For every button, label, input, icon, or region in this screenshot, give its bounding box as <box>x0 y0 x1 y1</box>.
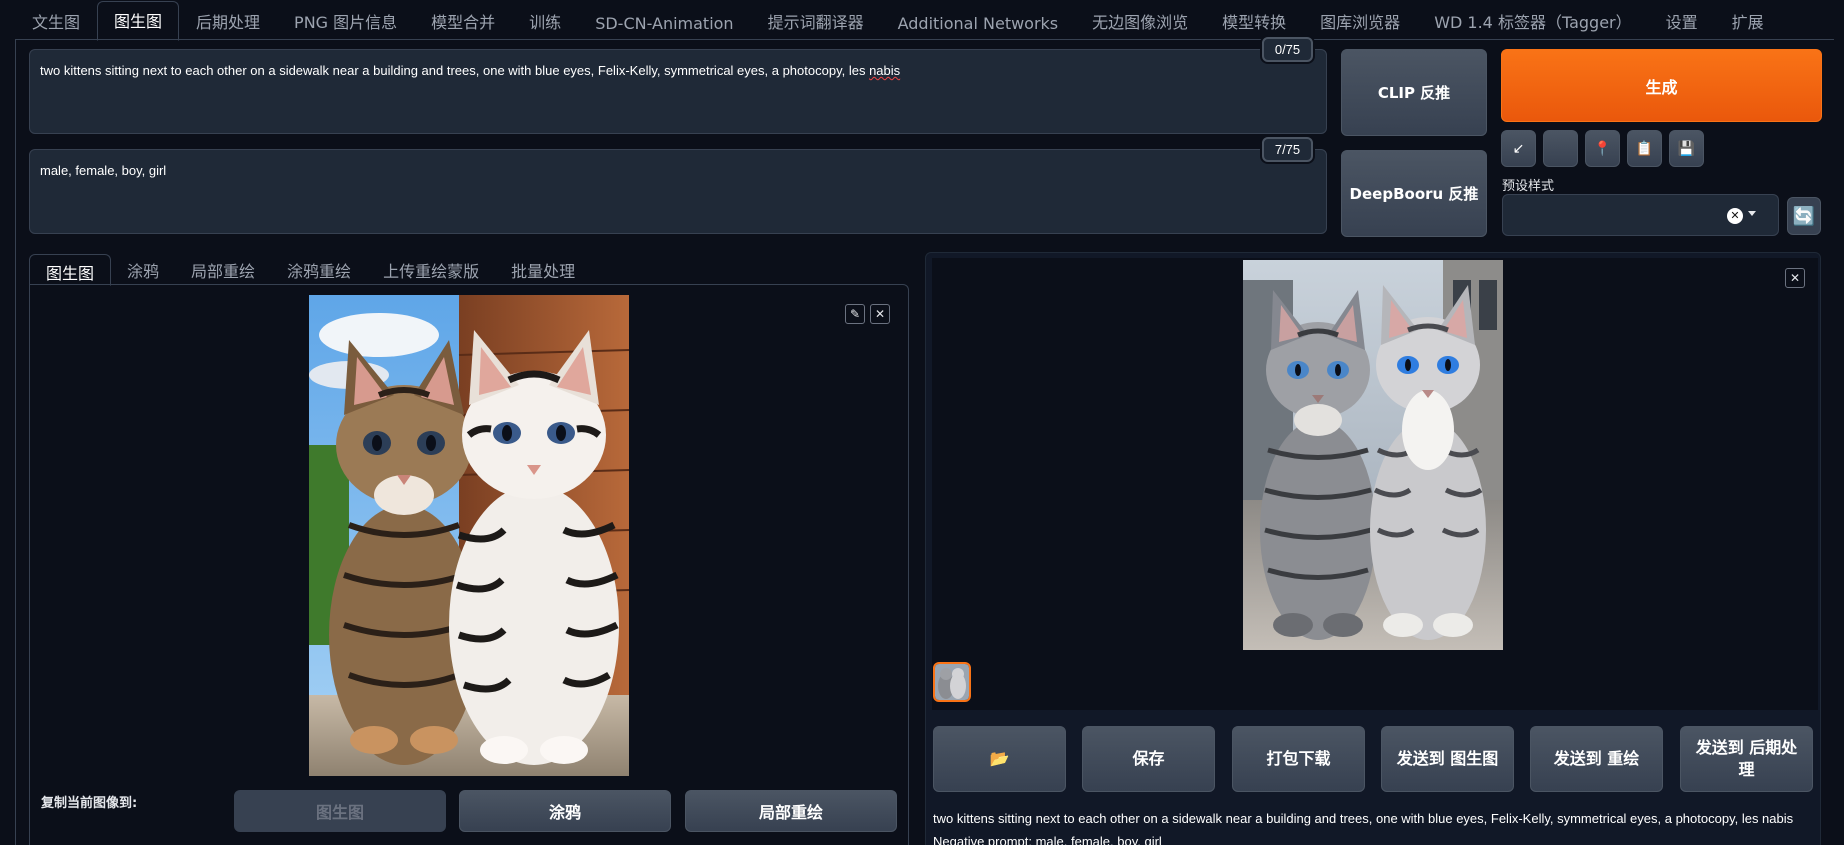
close-icon[interactable]: ✕ <box>870 304 890 324</box>
subtab-sketch[interactable]: 涂鸦 <box>111 253 175 285</box>
negative-prompt-input[interactable]: male, female, boy, girl <box>29 149 1327 234</box>
tab-extensions[interactable]: 扩展 <box>1715 3 1781 40</box>
img2img-mode-tabs: 图生图 涂鸦 局部重绘 涂鸦重绘 上传重绘蒙版 批量处理 <box>29 253 591 286</box>
pin-icon[interactable]: 📍 <box>1585 130 1620 167</box>
copy-image-to-label: 复制当前图像到: <box>41 796 138 811</box>
tab-checkpoint-merger[interactable]: 模型合并 <box>414 3 512 40</box>
copy-to-inpaint-button[interactable]: 局部重绘 <box>685 790 897 832</box>
tab-extras[interactable]: 后期处理 <box>179 3 277 40</box>
positive-prompt-value: two kittens sitting next to each other o… <box>40 63 870 78</box>
send-to-inpaint-button[interactable]: 发送到 重绘 <box>1530 726 1663 792</box>
tab-tagger[interactable]: WD 1.4 标签器（Tagger） <box>1417 3 1648 40</box>
negative-token-counter: 7/75 <box>1262 137 1313 162</box>
gallery-thumbnail[interactable] <box>933 662 971 702</box>
kittens-photo-output <box>1243 260 1503 650</box>
clipboard-icon[interactable]: 📋 <box>1627 130 1662 167</box>
positive-token-counter: 0/75 <box>1262 37 1313 62</box>
send-to-extras-button[interactable]: 发送到 后期处理 <box>1680 726 1813 792</box>
arrow-icon[interactable]: ↙ <box>1501 130 1536 167</box>
copy-to-sketch-button[interactable]: 涂鸦 <box>459 790 671 832</box>
generation-info-prompt: two kittens sitting next to each other o… <box>933 811 1794 826</box>
positive-prompt-input[interactable]: two kittens sitting next to each other o… <box>29 49 1327 134</box>
tab-model-converter[interactable]: 模型转换 <box>1205 3 1303 40</box>
preset-styles-label: 预设样式 <box>1502 179 1555 194</box>
deepbooru-interrogate-button[interactable]: DeepBooru 反推 <box>1341 150 1487 237</box>
tab-train[interactable]: 训练 <box>512 3 578 40</box>
tab-image-browser[interactable]: 图库浏览器 <box>1303 3 1417 40</box>
tab-img2img[interactable]: 图生图 <box>97 1 180 41</box>
generation-info-negative: Negative prompt: male, female, boy, girl <box>933 834 1162 845</box>
misspelled-word: nabis <box>869 63 901 78</box>
preset-styles-dropdown[interactable]: ✕ <box>1502 194 1779 236</box>
refresh-icon[interactable]: 🔄 <box>1787 197 1821 235</box>
top-tab-bar: 文生图 图生图 后期处理 PNG 图片信息 模型合并 训练 SD-CN-Anim… <box>15 1 1781 41</box>
thumbnail-image <box>935 664 969 700</box>
subtab-inpaint-sketch[interactable]: 涂鸦重绘 <box>271 253 367 285</box>
open-folder-button[interactable]: 📂 <box>933 726 1066 792</box>
tab-additional-networks[interactable]: Additional Networks <box>881 8 1076 40</box>
save-button[interactable]: 保存 <box>1082 726 1215 792</box>
negative-prompt-value: male, female, boy, girl <box>40 163 167 178</box>
send-to-img2img-button[interactable]: 发送到 图生图 <box>1381 726 1514 792</box>
generate-button[interactable]: 生成 <box>1501 49 1822 122</box>
close-icon[interactable]: ✕ <box>1785 268 1805 288</box>
chevron-down-icon[interactable] <box>1748 211 1756 216</box>
subtab-img2img[interactable]: 图生图 <box>29 254 112 286</box>
copy-to-img2img-button[interactable]: 图生图 <box>234 790 446 832</box>
tab-infinite-image-browsing[interactable]: 无边图像浏览 <box>1075 3 1205 40</box>
kittens-photo-input <box>309 295 630 776</box>
tab-settings[interactable]: 设置 <box>1649 3 1715 40</box>
input-image-tools: ✎ ✕ <box>845 304 890 324</box>
input-image[interactable] <box>309 295 630 776</box>
tab-prompt-translator[interactable]: 提示词翻译器 <box>751 3 881 40</box>
subtab-inpaint[interactable]: 局部重绘 <box>175 253 271 285</box>
tab-divider <box>15 39 1834 40</box>
blank-icon[interactable] <box>1543 130 1578 167</box>
tab-png-info[interactable]: PNG 图片信息 <box>277 3 414 40</box>
tab-txt2img[interactable]: 文生图 <box>15 3 97 40</box>
zip-download-button[interactable]: 打包下载 <box>1232 726 1365 792</box>
panel-frame <box>15 39 16 845</box>
clip-interrogate-button[interactable]: CLIP 反推 <box>1341 49 1487 136</box>
clear-icon[interactable]: ✕ <box>1727 208 1743 224</box>
subtab-inpaint-upload[interactable]: 上传重绘蒙版 <box>367 253 495 285</box>
tab-sd-cn-animation[interactable]: SD-CN-Animation <box>578 8 750 40</box>
output-image[interactable] <box>1243 260 1503 650</box>
subtab-batch[interactable]: 批量处理 <box>495 253 591 285</box>
positive-prompt-text: two kittens sitting next to each other o… <box>40 62 1316 80</box>
save-icon[interactable]: 💾 <box>1669 130 1704 167</box>
edit-icon[interactable]: ✎ <box>845 304 865 324</box>
